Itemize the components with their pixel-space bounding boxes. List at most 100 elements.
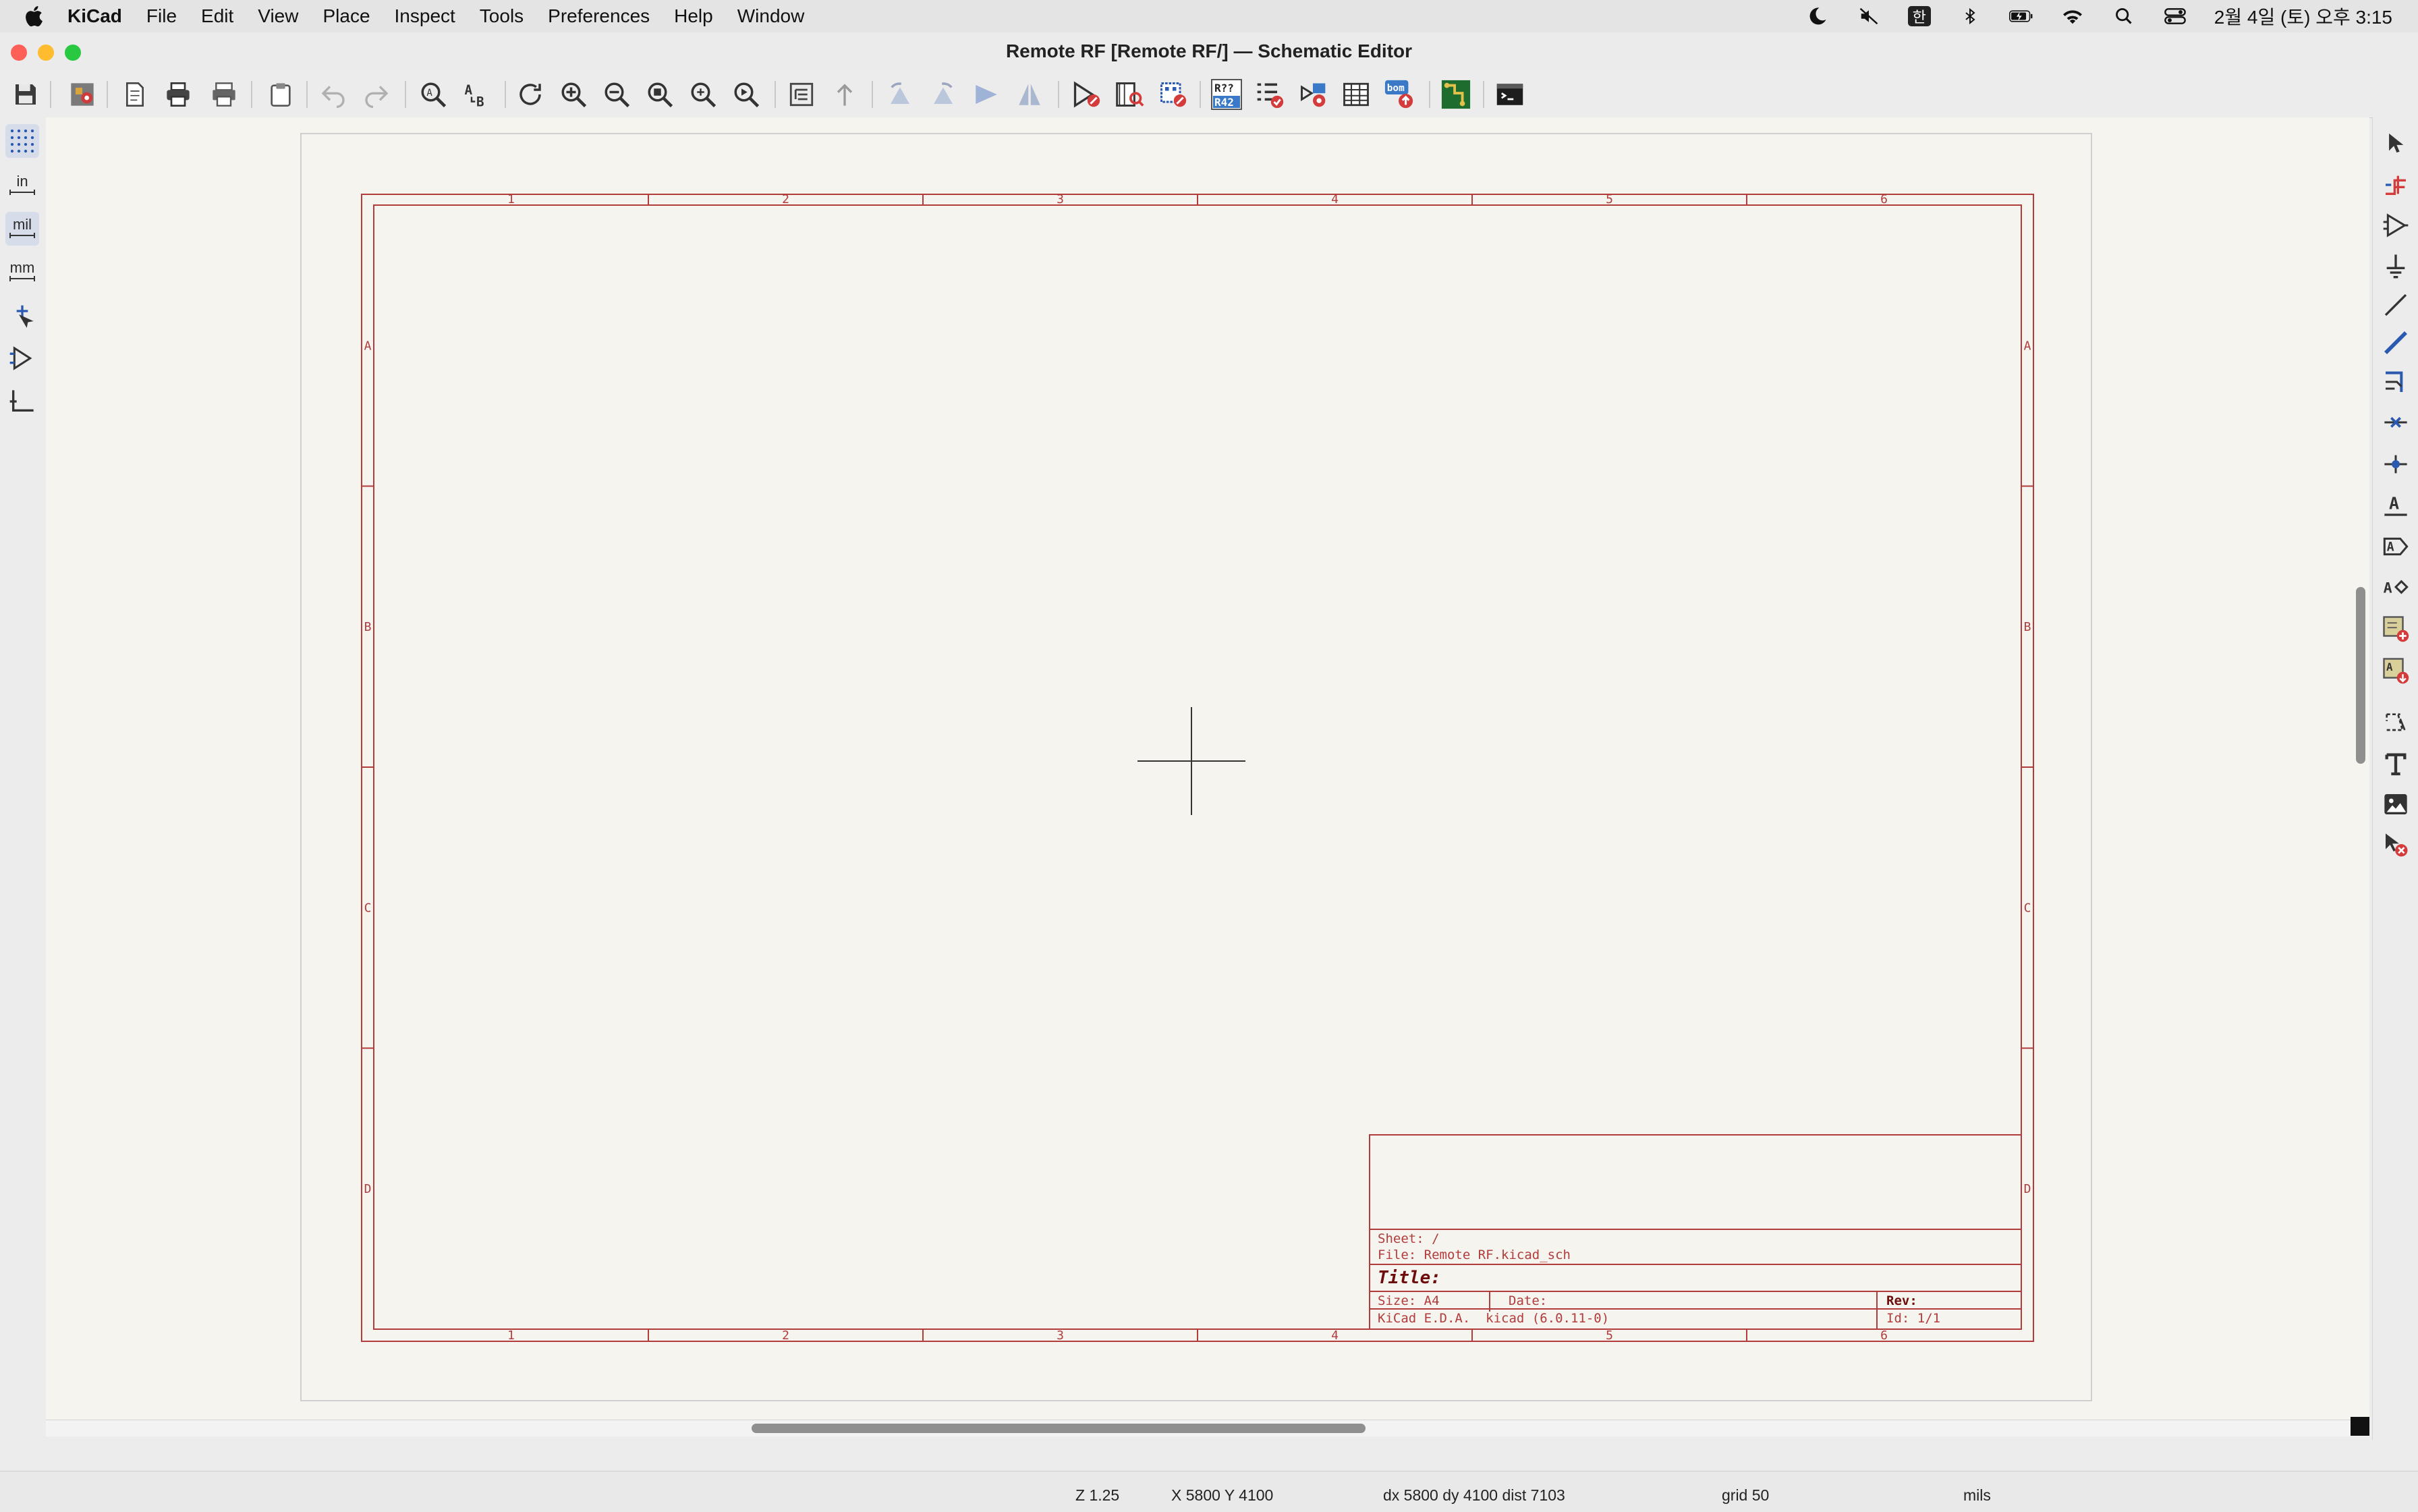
add-wire-icon[interactable] bbox=[2380, 289, 2412, 321]
symbol-editor-icon[interactable] bbox=[1070, 78, 1102, 111]
plot-icon[interactable] bbox=[208, 78, 240, 111]
svg-text:A: A bbox=[465, 82, 473, 98]
menu-window[interactable]: Window bbox=[737, 5, 805, 27]
schematic-setup-icon[interactable] bbox=[66, 78, 99, 111]
pcb-editor-icon[interactable] bbox=[1440, 78, 1472, 111]
erc-icon[interactable] bbox=[1254, 78, 1286, 111]
menubar-clock[interactable]: 2월 4일 (토) 오후 3:15 bbox=[2214, 3, 2392, 30]
delete-icon[interactable] bbox=[2380, 829, 2412, 861]
no-connect-icon[interactable] bbox=[2380, 406, 2412, 439]
save-icon[interactable] bbox=[9, 78, 42, 111]
zoom-selection-icon[interactable] bbox=[730, 78, 762, 111]
zone-row-label-right: D bbox=[2024, 1182, 2031, 1196]
import-sheet-pin-icon[interactable]: A bbox=[2380, 654, 2412, 687]
menu-view[interactable]: View bbox=[258, 5, 298, 27]
zone-column-label-bottom: 3 bbox=[1057, 1328, 1064, 1343]
add-symbol-icon[interactable] bbox=[2380, 209, 2412, 242]
menu-preferences[interactable]: Preferences bbox=[548, 5, 650, 27]
redo-icon[interactable] bbox=[360, 78, 393, 111]
zone-row-label-right: A bbox=[2024, 339, 2031, 353]
battery-icon[interactable] bbox=[2008, 5, 2033, 27]
right-toolbar: A A A A bbox=[2372, 117, 2418, 1440]
horizontal-scrollbar[interactable] bbox=[752, 1424, 1366, 1433]
symbol-browser-icon[interactable] bbox=[1113, 78, 1146, 111]
status-zoom: Z 1.25 bbox=[1075, 1486, 1120, 1504]
rotate-ccw-icon[interactable] bbox=[884, 78, 916, 111]
mirror-vertical-icon[interactable] bbox=[970, 78, 1003, 111]
svg-text:bom: bom bbox=[1387, 83, 1405, 94]
zone-row-label-left: B bbox=[364, 620, 372, 634]
svg-text:B: B bbox=[476, 94, 484, 109]
cursor-style-icon[interactable] bbox=[5, 301, 39, 335]
units-inches-button[interactable]: in bbox=[5, 169, 39, 202]
units-mils-label: mil bbox=[12, 216, 32, 233]
menu-app-kicad[interactable]: KiCad bbox=[67, 5, 122, 27]
zoom-in-icon[interactable] bbox=[557, 78, 590, 111]
line-mode-icon[interactable] bbox=[5, 385, 39, 418]
svg-text:A: A bbox=[2384, 580, 2392, 596]
footprint-editor-icon[interactable] bbox=[1156, 78, 1189, 111]
edit-fields-table-icon[interactable] bbox=[1340, 78, 1372, 111]
add-global-label-icon[interactable]: A bbox=[2380, 530, 2412, 563]
undo-icon[interactable] bbox=[317, 78, 349, 111]
menu-tools[interactable]: Tools bbox=[480, 5, 524, 27]
add-sheet-icon[interactable] bbox=[2380, 613, 2412, 645]
svg-text:A: A bbox=[2387, 540, 2394, 555]
grid-toggle-icon[interactable] bbox=[5, 124, 39, 158]
select-icon[interactable] bbox=[2380, 127, 2412, 159]
highlight-net-icon[interactable] bbox=[2380, 169, 2412, 201]
find-icon[interactable]: A bbox=[417, 78, 449, 111]
status-units: mils bbox=[1963, 1486, 1991, 1504]
junction-icon[interactable] bbox=[2380, 448, 2412, 480]
window-title-bar: Remote RF [Remote RF/] — Schematic Edito… bbox=[0, 32, 2418, 72]
zone-column-label-bottom: 6 bbox=[1880, 1328, 1888, 1343]
add-power-icon[interactable] bbox=[2380, 250, 2412, 282]
wifi-icon[interactable] bbox=[2060, 5, 2085, 27]
menu-edit[interactable]: Edit bbox=[201, 5, 233, 27]
zoom-out-icon[interactable] bbox=[600, 78, 633, 111]
input-source-icon[interactable]: 한 bbox=[1907, 6, 1931, 26]
hidden-pins-icon[interactable] bbox=[5, 341, 39, 375]
focus-moon-icon[interactable] bbox=[1805, 5, 1830, 27]
find-replace-icon[interactable]: AB bbox=[460, 78, 493, 111]
annotate-icon[interactable]: R?? R42 bbox=[1210, 78, 1243, 111]
zoom-objects-icon[interactable] bbox=[687, 78, 719, 111]
assign-footprints-icon[interactable] bbox=[1297, 78, 1329, 111]
scripting-console-icon[interactable] bbox=[1494, 78, 1526, 111]
units-mils-button[interactable]: mil bbox=[5, 212, 39, 246]
add-bus-icon[interactable] bbox=[2380, 327, 2412, 359]
add-graphic-line-icon[interactable] bbox=[2380, 707, 2412, 739]
paste-icon[interactable] bbox=[264, 78, 297, 111]
page-settings-icon[interactable] bbox=[119, 78, 151, 111]
apple-icon[interactable] bbox=[23, 4, 47, 28]
menu-inspect[interactable]: Inspect bbox=[395, 5, 455, 27]
vertical-scrollbar[interactable] bbox=[2356, 587, 2365, 764]
add-label-icon[interactable]: A bbox=[2380, 488, 2412, 521]
sound-muted-icon[interactable] bbox=[1857, 5, 1881, 27]
mirror-horizontal-icon[interactable] bbox=[1013, 78, 1046, 111]
spotlight-search-icon[interactable] bbox=[2112, 5, 2136, 27]
menu-file[interactable]: File bbox=[146, 5, 177, 27]
refresh-icon[interactable] bbox=[514, 78, 546, 111]
menu-extras: 한 2월 4일 (토) 오후 3:15 bbox=[1805, 0, 2392, 32]
tb-generator: KiCad E.D.A. kicad (6.0.11-0) bbox=[1378, 1311, 1609, 1326]
tb-size: Size: A4 bbox=[1378, 1293, 1440, 1308]
bluetooth-icon[interactable] bbox=[1958, 5, 1982, 27]
add-image-icon[interactable] bbox=[2380, 788, 2412, 820]
control-center-icon[interactable] bbox=[2163, 5, 2187, 27]
menu-place[interactable]: Place bbox=[322, 5, 370, 27]
bom-icon[interactable]: bom bbox=[1383, 78, 1415, 111]
print-icon[interactable] bbox=[162, 78, 194, 111]
units-mm-button[interactable]: mm bbox=[5, 255, 39, 289]
menu-help[interactable]: Help bbox=[674, 5, 713, 27]
leave-sheet-icon[interactable] bbox=[828, 78, 861, 111]
zone-column-label-bottom: 2 bbox=[782, 1328, 789, 1343]
add-hierarchical-label-icon[interactable]: A bbox=[2380, 571, 2412, 603]
zone-column-label-bottom: 5 bbox=[1606, 1328, 1613, 1343]
schematic-canvas[interactable]: 1 1 2 2 3 3 4 4 5 5 6 6 A A B B C C D D Sheet: / File: Remo… bbox=[46, 117, 2369, 1422]
hierarchy-navigator-icon[interactable] bbox=[785, 78, 818, 111]
add-bus-entry-icon[interactable] bbox=[2380, 366, 2412, 398]
zoom-fit-icon[interactable] bbox=[644, 78, 676, 111]
rotate-cw-icon[interactable] bbox=[927, 78, 959, 111]
add-text-icon[interactable] bbox=[2380, 748, 2412, 780]
